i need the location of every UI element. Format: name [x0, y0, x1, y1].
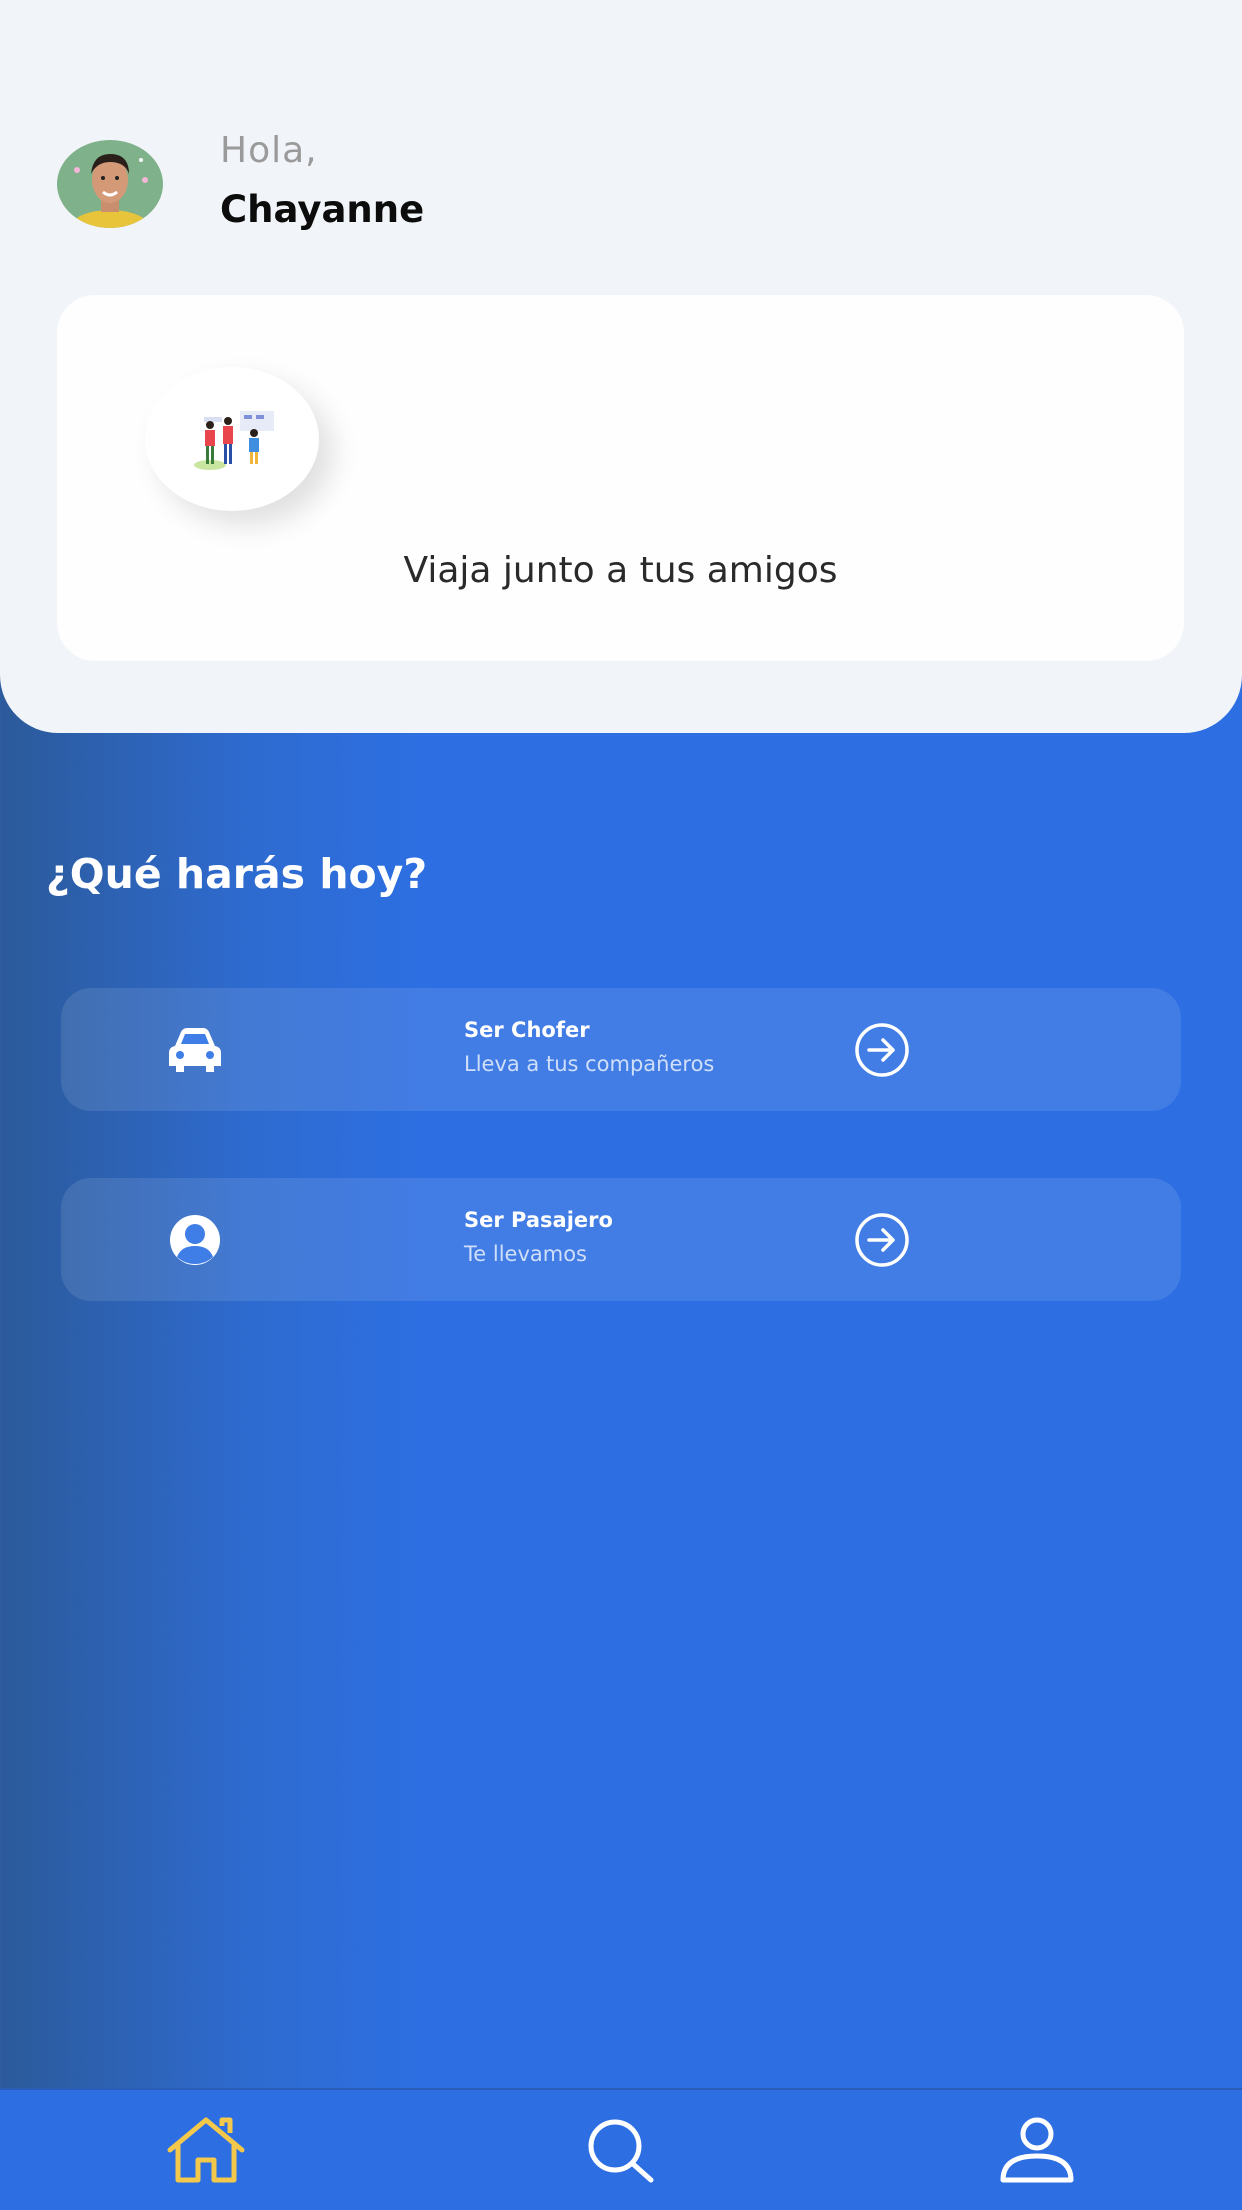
greeting-label: Hola, [220, 130, 318, 171]
search-icon [588, 2119, 654, 2183]
nav-search[interactable] [581, 2116, 665, 2184]
nav-home[interactable] [164, 2116, 248, 2184]
bottom-navigation [0, 2088, 1242, 2210]
option-title: Ser Chofer [464, 1018, 590, 1042]
user-circle-icon [167, 1214, 223, 1266]
option-subtitle: Lleva a tus compañeros [464, 1052, 715, 1076]
nav-profile[interactable] [995, 2116, 1079, 2184]
arrow-right-circle-icon[interactable] [853, 1021, 911, 1079]
section-title: ¿Qué harás hoy? [46, 850, 428, 898]
option-chofer[interactable]: Ser Chofer Lleva a tus compañeros [61, 988, 1181, 1111]
friends-illustration [145, 367, 319, 511]
promo-text: Viaja junto a tus amigos [403, 550, 838, 591]
header-panel: Hola, Chayanne Viaja junto a tus amigos [0, 0, 1242, 733]
profile-icon [1000, 2117, 1074, 2183]
avatar[interactable] [57, 140, 163, 228]
promo-card[interactable]: Viaja junto a tus amigos [57, 295, 1184, 661]
option-subtitle: Te llevamos [464, 1242, 587, 1266]
friends-icon [194, 411, 274, 470]
user-name: Chayanne [220, 188, 425, 231]
option-title: Ser Pasajero [464, 1208, 613, 1232]
option-pasajero[interactable]: Ser Pasajero Te llevamos [61, 1178, 1181, 1301]
car-icon [167, 1024, 223, 1076]
home-icon [167, 2117, 245, 2183]
arrow-right-circle-icon[interactable] [853, 1211, 911, 1269]
